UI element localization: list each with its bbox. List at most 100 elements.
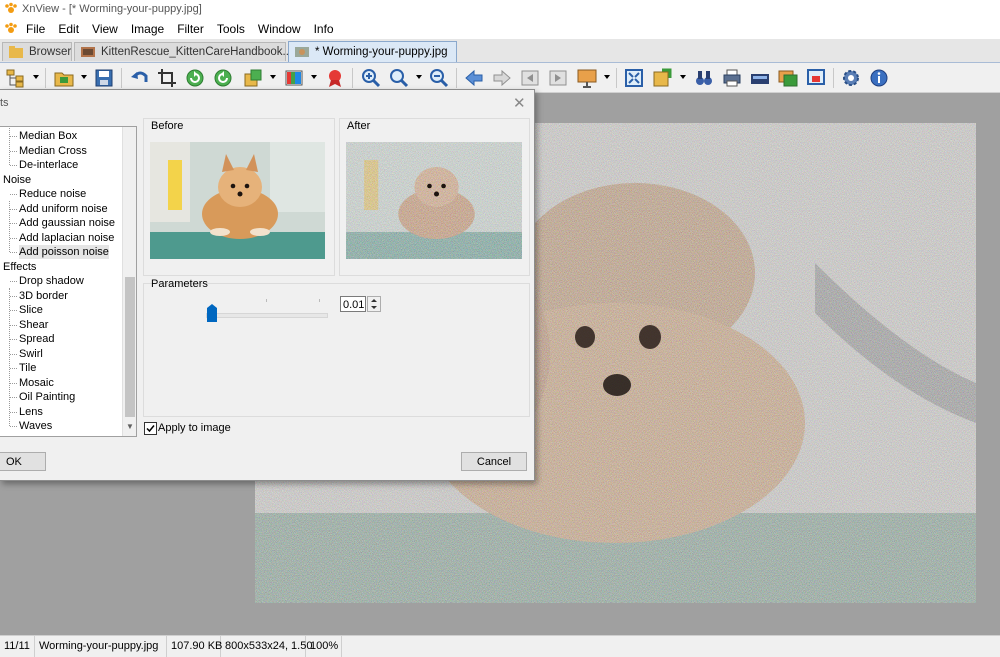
chevron-down-icon[interactable] — [270, 75, 276, 79]
tree-item[interactable]: Shear — [19, 318, 48, 332]
tree-item[interactable]: Add gaussian noise — [19, 216, 115, 230]
close-icon[interactable]: ✕ — [513, 94, 526, 112]
menu-window[interactable]: Window — [258, 22, 301, 36]
tree-connector — [10, 397, 17, 398]
app-menu-icon[interactable] — [4, 22, 18, 36]
scroll-down-icon[interactable]: ▼ — [126, 422, 134, 431]
last-icon[interactable] — [547, 67, 569, 89]
chevron-down-icon[interactable] — [81, 75, 87, 79]
menu-bar: File Edit View Image Filter Tools Window… — [0, 19, 1000, 39]
previous-icon[interactable] — [463, 67, 485, 89]
tree-connector — [10, 223, 17, 224]
tree-item[interactable]: Median Box — [19, 129, 77, 143]
zoom-out-icon[interactable] — [428, 67, 450, 89]
slideshow-icon[interactable] — [576, 67, 598, 89]
next-icon[interactable] — [491, 67, 513, 89]
tree-item[interactable]: Add uniform noise — [19, 202, 108, 216]
effects-tree[interactable]: Median Box Median Cross De-interlace Noise R… — [0, 126, 137, 437]
effects-icon[interactable] — [324, 67, 346, 89]
xnview-logo-icon — [5, 2, 17, 13]
tree-connector — [10, 237, 17, 239]
tree-item[interactable]: 3D border — [19, 289, 68, 303]
dialog-title: ts — [0, 97, 9, 109]
tree-connector — [10, 353, 17, 355]
noise-slider-track[interactable] — [206, 313, 328, 318]
tab-worming-puppy[interactable]: * Worming-your-puppy.jpg — [288, 41, 457, 62]
zoom-fit-icon[interactable] — [388, 67, 410, 89]
noise-slider-thumb[interactable] — [207, 304, 218, 322]
print-icon[interactable] — [721, 67, 743, 89]
tree-item[interactable]: Tile — [19, 361, 36, 375]
first-icon[interactable] — [519, 67, 541, 89]
chevron-down-icon[interactable] — [604, 75, 610, 79]
ok-button[interactable]: OK — [0, 452, 46, 471]
zoom-in-icon[interactable] — [360, 67, 382, 89]
tree-item[interactable]: Add poisson noise — [19, 245, 109, 259]
chevron-down-icon[interactable] — [416, 75, 422, 79]
before-preview-image — [150, 142, 325, 259]
binoculars-icon[interactable] — [693, 67, 715, 89]
spin-down-icon[interactable] — [371, 306, 377, 309]
tree-item[interactable]: Waves — [19, 419, 52, 433]
toolbar-separator — [833, 68, 834, 88]
tree-item[interactable]: Drop shadow — [19, 274, 84, 288]
tree-category[interactable]: Noise — [3, 173, 31, 187]
tree-item[interactable]: Slice — [19, 303, 43, 317]
open-folder-icon[interactable] — [53, 67, 75, 89]
tree-category[interactable]: Effects — [3, 260, 36, 274]
adjust-colors-icon[interactable] — [283, 67, 305, 89]
scanner-icon[interactable] — [749, 67, 771, 89]
tree-item[interactable]: Median Cross — [19, 144, 87, 158]
resize-icon[interactable] — [242, 67, 264, 89]
effects-dialog: ts ✕ Median Box Median Cross De-interlace N… — [0, 89, 535, 481]
menu-view[interactable]: View — [92, 22, 118, 36]
parameters-label: Parameters — [151, 278, 208, 290]
export-icon[interactable] — [651, 67, 673, 89]
after-label: After — [347, 120, 371, 132]
slider-tick — [319, 299, 320, 302]
tree-item[interactable]: Oil Painting — [19, 390, 75, 404]
chevron-down-icon[interactable] — [311, 75, 317, 79]
tab-kitten-rescue[interactable]: KittenRescue_KittenCareHandbook... — [74, 42, 292, 61]
tree-item[interactable]: Spread — [19, 332, 54, 346]
info-icon[interactable] — [868, 67, 890, 89]
checkmark-icon — [146, 425, 155, 433]
tree-connector — [9, 127, 10, 165]
tree-view-icon[interactable] — [4, 67, 26, 89]
scrollbar-thumb[interactable] — [125, 277, 135, 417]
tab-browser[interactable]: Browser — [2, 42, 72, 61]
tree-item[interactable]: De-interlace — [19, 158, 78, 172]
menu-info[interactable]: Info — [314, 22, 334, 36]
tree-connector — [10, 281, 17, 282]
tree-scrollbar[interactable]: ▼ — [122, 127, 136, 436]
undo-icon[interactable] — [129, 67, 151, 89]
save-icon[interactable] — [93, 67, 115, 89]
tree-item[interactable]: Add laplacian noise — [19, 231, 114, 245]
menu-image[interactable]: Image — [131, 22, 164, 36]
settings-icon[interactable] — [840, 67, 862, 89]
chevron-down-icon[interactable] — [680, 75, 686, 79]
tree-item[interactable]: Swirl — [19, 347, 43, 361]
menu-file[interactable]: File — [26, 22, 45, 36]
fullscreen-icon[interactable] — [623, 67, 645, 89]
status-bar: 11/11 Worming-your-puppy.jpg 107.90 KB 8… — [0, 635, 1000, 657]
menu-tools[interactable]: Tools — [217, 22, 245, 36]
menu-filter[interactable]: Filter — [177, 22, 204, 36]
spin-up-icon[interactable] — [371, 299, 377, 302]
rotate-left-icon[interactable] — [184, 67, 206, 89]
rotate-right-icon[interactable] — [212, 67, 234, 89]
tree-item[interactable]: Reduce noise — [19, 187, 86, 201]
noise-value-spinner[interactable] — [367, 296, 381, 312]
tree-item[interactable]: Lens — [19, 405, 43, 419]
capture-icon[interactable] — [777, 67, 799, 89]
crop-icon[interactable] — [156, 67, 178, 89]
wallpaper-icon[interactable] — [805, 67, 827, 89]
chevron-down-icon[interactable] — [33, 75, 39, 79]
noise-value-input[interactable]: 0.01 — [340, 296, 366, 312]
tree-item[interactable]: Mosaic — [19, 376, 54, 390]
apply-to-image-checkbox[interactable] — [144, 422, 157, 435]
cancel-button[interactable]: Cancel — [461, 452, 527, 471]
tree-connector — [9, 201, 10, 252]
tree-connector — [10, 339, 17, 340]
menu-edit[interactable]: Edit — [58, 22, 79, 36]
